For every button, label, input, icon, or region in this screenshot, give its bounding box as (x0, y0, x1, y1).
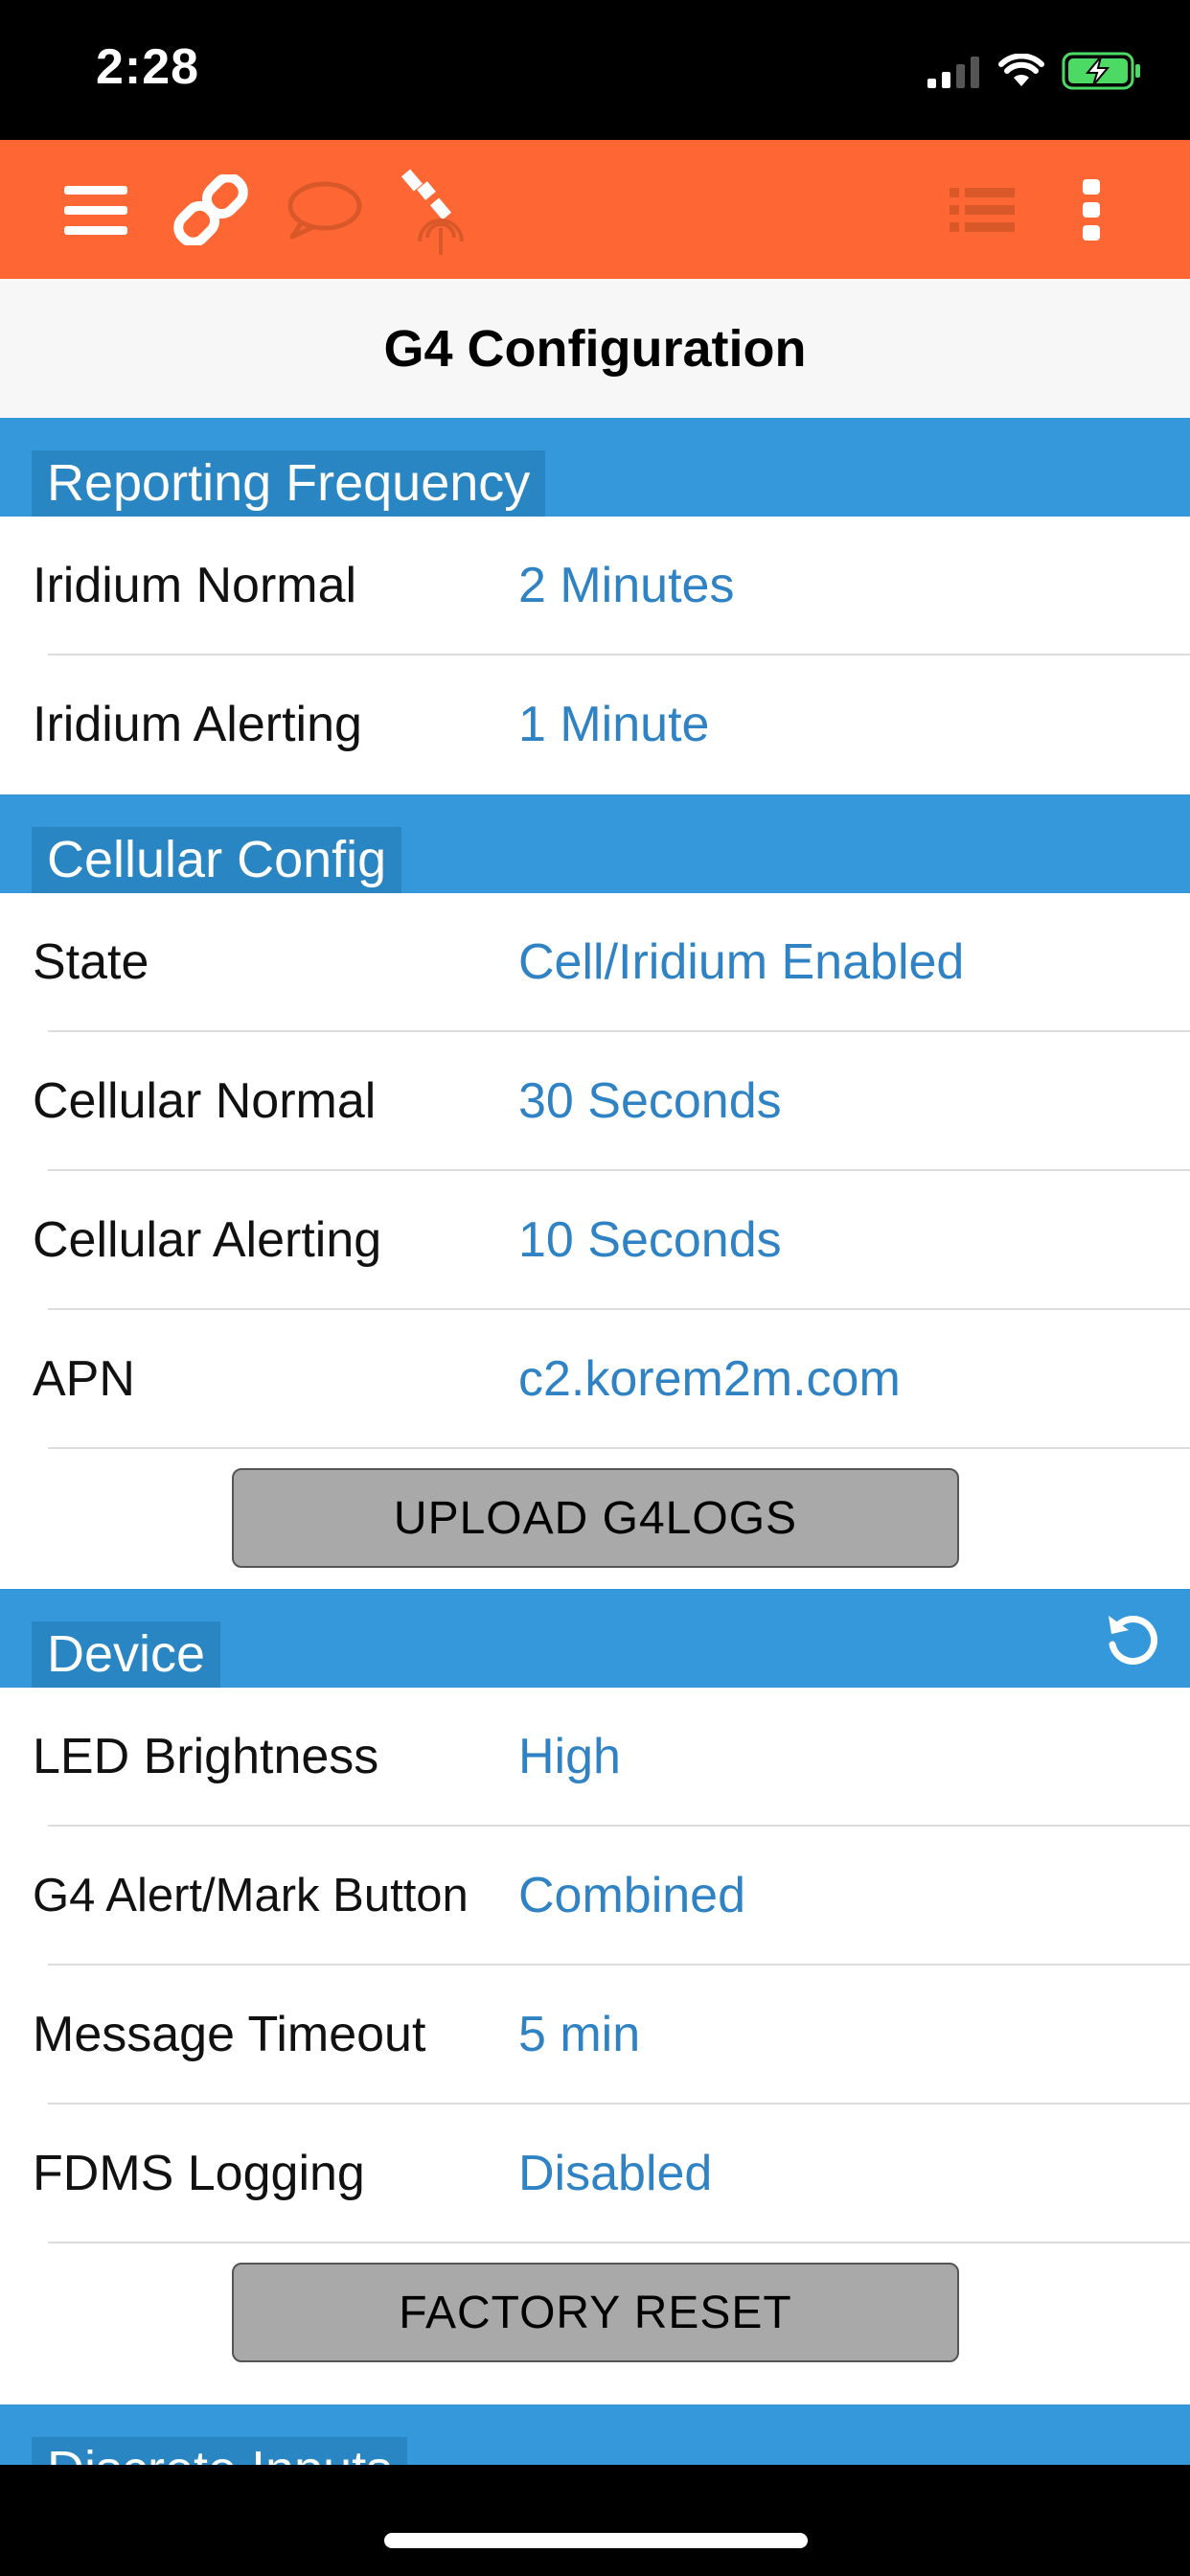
bottom-bar (0, 2465, 1190, 2576)
section-title: Discrete Inputs (32, 2437, 408, 2465)
battery-charging-icon (1062, 52, 1140, 90)
list-icon[interactable] (949, 174, 1016, 245)
row-apn[interactable]: APN c2.korem2m.com (0, 1310, 1190, 1449)
row-label: Iridium Normal (33, 558, 357, 613)
menu-icon[interactable] (59, 174, 132, 245)
row-value[interactable]: c2.korem2m.com (518, 1310, 901, 1449)
row-alert-mark-button[interactable]: G4 Alert/Mark Button Combined (0, 1827, 1190, 1966)
row-state[interactable]: State Cell/Iridium Enabled (0, 893, 1190, 1032)
row-led-brightness[interactable]: LED Brightness High (0, 1688, 1190, 1827)
config-list[interactable]: Reporting Frequency Iridium Normal 2 Min… (0, 418, 1190, 2465)
cellular-signal-icon (927, 57, 979, 88)
wifi-icon (998, 54, 1044, 86)
refresh-icon[interactable] (1104, 1610, 1161, 1668)
row-value[interactable]: 2 Minutes (518, 517, 734, 656)
factory-reset-row: FACTORY RESET (0, 2243, 1190, 2383)
row-label: Message Timeout (33, 2007, 426, 2062)
row-cellular-alerting[interactable]: Cellular Alerting 10 Seconds (0, 1171, 1190, 1310)
row-value[interactable]: Disabled (518, 2104, 712, 2243)
row-label: LED Brightness (33, 1729, 379, 1784)
row-label: APN (33, 1351, 135, 1407)
status-time: 2:28 (96, 39, 200, 95)
row-label: Cellular Normal (33, 1073, 377, 1129)
row-label: Iridium Alerting (33, 697, 362, 752)
message-icon[interactable] (284, 174, 364, 245)
section-header-discrete-inputs: Discrete Inputs (0, 2404, 1190, 2465)
row-fdms-logging[interactable]: FDMS Logging Disabled (0, 2104, 1190, 2243)
upload-g4logs-button[interactable]: UPLOAD G4LOGS (232, 1468, 959, 1568)
section-title: Reporting Frequency (32, 450, 546, 517)
page-title: G4 Configuration (0, 279, 1190, 418)
row-value[interactable]: Combined (518, 1827, 745, 1966)
row-value[interactable]: 5 min (518, 1966, 640, 2104)
section-title: Device (32, 1622, 221, 1688)
home-indicator[interactable] (384, 2533, 808, 2548)
row-iridium-alerting[interactable]: Iridium Alerting 1 Minute (0, 656, 1190, 794)
row-value[interactable]: High (518, 1688, 621, 1827)
satellite-icon[interactable] (400, 165, 471, 257)
row-label: Cellular Alerting (33, 1212, 382, 1268)
row-message-timeout[interactable]: Message Timeout 5 min (0, 1966, 1190, 2104)
link-icon[interactable] (172, 174, 249, 245)
row-value[interactable]: 10 Seconds (518, 1171, 782, 1310)
more-options-icon[interactable] (1075, 174, 1108, 245)
factory-reset-button[interactable]: FACTORY RESET (232, 2263, 959, 2362)
section-title: Cellular Config (32, 827, 402, 893)
row-label: G4 Alert/Mark Button (33, 1870, 469, 1921)
row-label: FDMS Logging (33, 2146, 365, 2201)
row-iridium-normal[interactable]: Iridium Normal 2 Minutes (0, 517, 1190, 656)
section-header-cellular-config: Cellular Config (0, 794, 1190, 893)
section-header-reporting-frequency: Reporting Frequency (0, 418, 1190, 517)
row-value[interactable]: 1 Minute (518, 656, 709, 794)
section-header-device: Device (0, 1589, 1190, 1688)
status-bar: 2:28 (0, 0, 1190, 140)
upload-logs-row: UPLOAD G4LOGS (0, 1449, 1190, 1589)
row-label: State (33, 934, 149, 990)
row-cellular-normal[interactable]: Cellular Normal 30 Seconds (0, 1032, 1190, 1171)
app-toolbar (0, 140, 1190, 279)
row-value[interactable]: Cell/Iridium Enabled (518, 893, 964, 1032)
row-value[interactable]: 30 Seconds (518, 1032, 782, 1171)
